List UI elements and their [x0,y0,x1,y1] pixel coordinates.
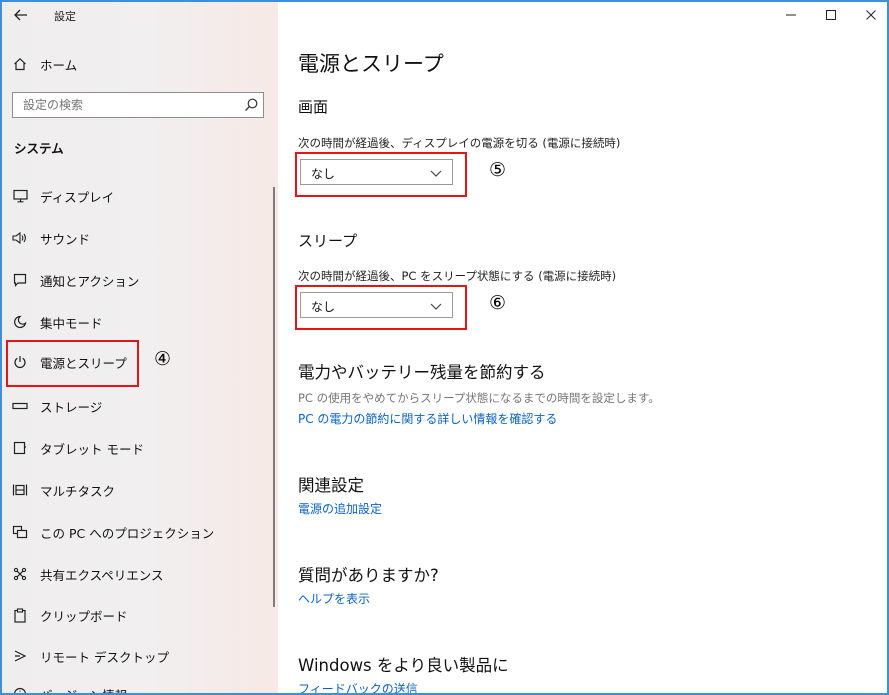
improve-windows-heading: Windows をより良い製品に [298,656,509,675]
tablet-icon [12,440,28,456]
sidebar-item-projection[interactable]: この PC へのプロジェクション [2,516,278,548]
screen-timeout-label: 次の時間が経過後、ディスプレイの電源を切る (電源に接続時) [298,136,621,150]
annotation-marker: ⑥ [489,292,507,314]
back-arrow-icon [14,9,27,21]
sidebar-item-label: 通知とアクション [40,273,140,289]
minimize-button[interactable] [780,6,802,24]
sidebar-item-focus[interactable]: 集中モード [2,306,278,338]
sidebar-item-notifications[interactable]: 通知とアクション [2,264,278,296]
sidebar-item-label: ストレージ [40,399,103,415]
share-icon [12,566,28,582]
back-button[interactable] [8,4,34,26]
search-input[interactable] [13,93,233,117]
sidebar-item-clipboard[interactable]: クリップボード [2,599,278,631]
moon-icon [12,314,28,330]
sidebar-scrollbar[interactable] [273,187,275,607]
sidebar-item-label: 集中モード [40,315,103,331]
sidebar-item-label: この PC へのプロジェクション [40,525,215,541]
battery-info-link[interactable]: PC の電力の節約に関する詳しい情報を確認する [298,410,557,427]
sidebar-item-home[interactable]: ホーム [2,48,278,80]
storage-icon [12,398,28,414]
sidebar-item-about[interactable]: バージョン情報 [2,678,278,695]
annotation-marker: ⑤ [489,159,507,181]
sidebar-item-label: ディスプレイ [40,189,115,205]
sidebar-item-label: サウンド [40,231,91,247]
info-icon [12,686,28,693]
sleep-timeout-label: 次の時間が経過後、PC をスリープ状態にする (電源に接続時) [298,269,617,283]
sidebar-item-tablet[interactable]: タブレット モード [2,432,278,464]
sound-icon [12,230,28,246]
battery-heading: 電力やバッテリー残量を節約する [298,363,546,382]
sidebar-item-display[interactable]: ディスプレイ [2,180,278,212]
battery-description: PC の使用をやめてからスリープ状態になるまでの時間を設定します。 [298,391,660,405]
title-bar-left: 設定 [2,2,278,32]
search-icon[interactable] [243,97,259,113]
highlight-box-sleep [295,285,467,330]
multitask-icon [12,482,28,498]
question-heading: 質問がありますか? [298,566,439,585]
page-title: 電源とスリープ [298,52,444,76]
sidebar: 設定 ホーム システム ディスプレイ サウンド [2,2,278,695]
projection-icon [12,524,28,540]
sidebar-item-multitask[interactable]: マルチタスク [2,474,278,506]
close-icon [866,10,876,20]
sidebar-item-shared[interactable]: 共有エクスペリエンス [2,558,278,590]
sidebar-item-storage[interactable]: ストレージ [2,390,278,422]
additional-power-settings-link[interactable]: 電源の追加設定 [298,500,382,517]
sleep-heading: スリープ [298,232,358,250]
app-title: 設定 [54,10,76,23]
sidebar-item-remote-desktop[interactable]: リモート デスクトップ [2,640,278,672]
screen-heading: 画面 [298,98,329,116]
settings-window: 設定 ホーム システム ディスプレイ サウンド [0,0,889,695]
close-button[interactable] [860,6,882,24]
sidebar-item-label: ホーム [40,57,78,73]
sidebar-item-label: マルチタスク [40,483,116,499]
highlight-box-screen [295,152,467,197]
sidebar-item-label: 共有エクスペリエンス [40,567,164,583]
sidebar-item-sound[interactable]: サウンド [2,222,278,254]
highlight-box-power [6,340,139,387]
sidebar-item-label: タブレット モード [40,441,144,457]
help-link[interactable]: ヘルプを表示 [298,590,370,607]
related-settings-heading: 関連設定 [298,476,364,495]
section-title: システム [14,141,64,156]
sidebar-item-label: クリップボード [40,608,128,624]
display-icon [12,188,28,204]
search-box[interactable] [12,92,264,118]
sidebar-item-label: リモート デスクトップ [40,649,169,665]
maximize-icon [826,10,836,20]
clipboard-icon [12,607,28,623]
notification-icon [12,272,28,288]
annotation-marker: ④ [154,348,172,370]
feedback-link[interactable]: フィードバックの送信 [298,680,418,693]
maximize-button[interactable] [820,6,842,24]
sidebar-item-label: バージョン情報 [40,687,128,695]
minimize-icon [786,14,796,16]
main-content: 電源とスリープ 画面 次の時間が経過後、ディスプレイの電源を切る (電源に接続時… [278,2,887,693]
home-icon [12,56,28,72]
remote-icon [12,648,28,664]
